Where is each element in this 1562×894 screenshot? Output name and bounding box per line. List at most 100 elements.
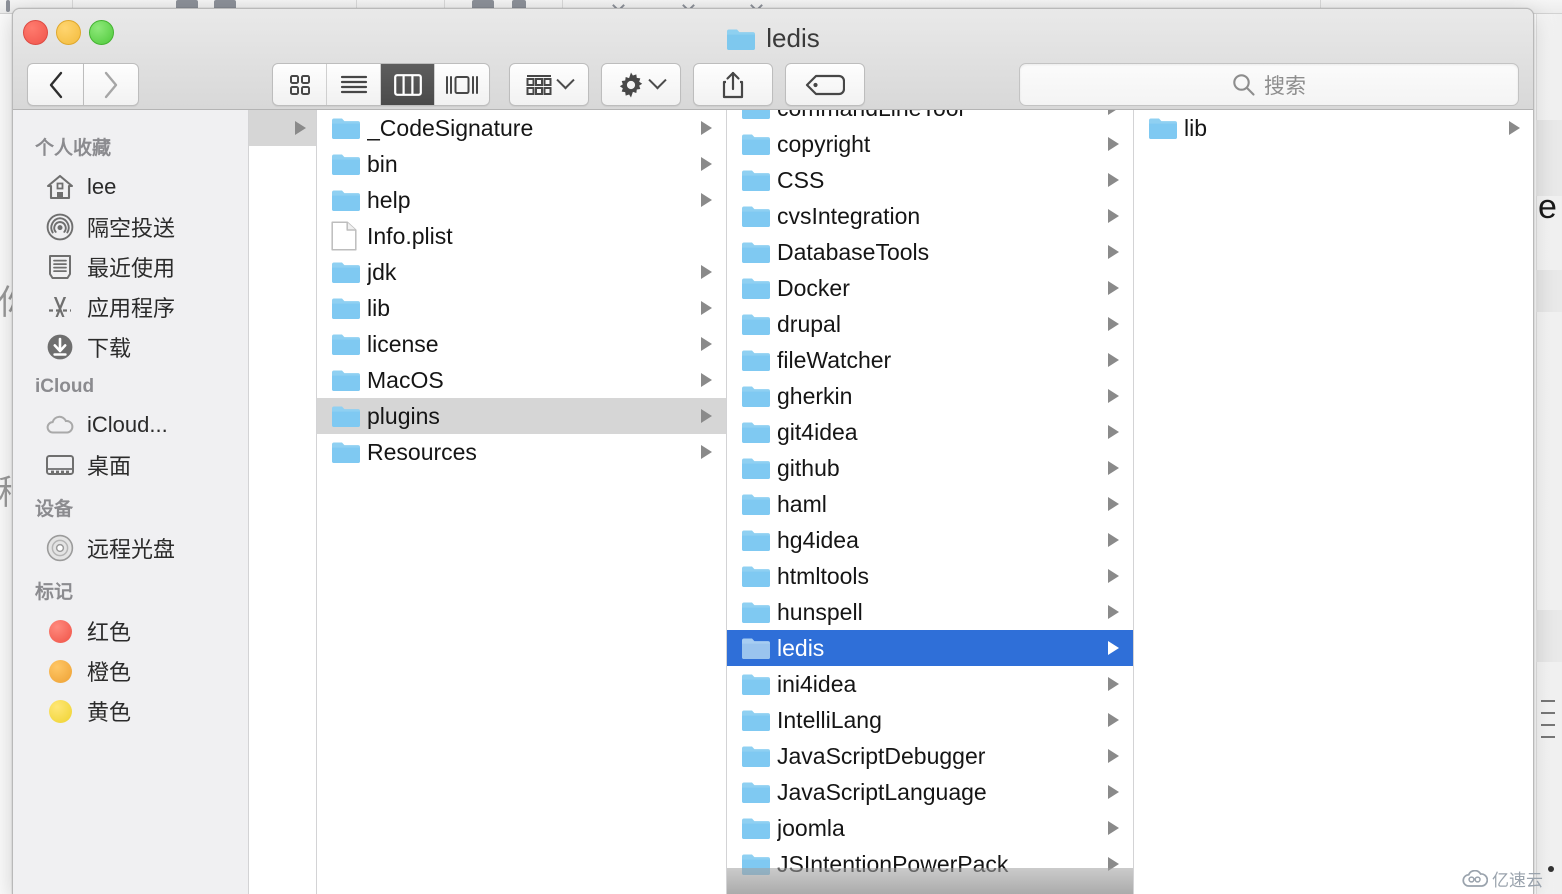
table-row[interactable]: hg4idea xyxy=(727,522,1133,558)
table-row[interactable]: haml xyxy=(727,486,1133,522)
file-name: fileWatcher xyxy=(777,346,892,373)
table-row[interactable]: jdk xyxy=(317,254,726,290)
table-row[interactable]: github xyxy=(727,450,1133,486)
table-row[interactable]: fileWatcher xyxy=(727,342,1133,378)
folder-icon xyxy=(742,206,770,227)
disclosure-triangle-icon xyxy=(1103,641,1123,655)
folder-icon xyxy=(742,530,770,551)
background-right-block-1 xyxy=(1536,120,1562,196)
airdrop-icon xyxy=(45,212,75,242)
table-row[interactable]: cvsIntegration xyxy=(727,198,1133,234)
table-row[interactable]: joomla xyxy=(727,810,1133,846)
table-row[interactable]: Resources xyxy=(317,434,726,470)
table-row[interactable]: _CodeSignature xyxy=(317,110,726,146)
sidebar-item-lee[interactable]: lee xyxy=(13,167,248,207)
disclosure-triangle-icon xyxy=(1103,461,1123,475)
table-row[interactable]: help xyxy=(317,182,726,218)
sidebar-item-downloads[interactable]: 下载 xyxy=(13,327,248,367)
table-row[interactable]: copyright xyxy=(727,126,1133,162)
sidebar-item-icloud-drive[interactable]: iCloud... xyxy=(13,405,248,445)
column-browser: _CodeSignature bin help Info.plist jdk lib lic… xyxy=(249,110,1533,894)
disclosure-triangle-icon xyxy=(696,445,716,459)
table-row[interactable]: bin xyxy=(317,146,726,182)
watermark-text: 亿速云 xyxy=(1492,871,1543,890)
file-name: MacOS xyxy=(367,366,444,393)
recents-icon xyxy=(45,252,75,282)
sidebar-item-applications[interactable]: 应用程序 xyxy=(13,287,248,327)
background-right-block-3 xyxy=(1536,610,1562,662)
table-row[interactable]: CSS xyxy=(727,162,1133,198)
folder-icon-wrap xyxy=(741,672,777,696)
share-button[interactable] xyxy=(693,63,773,106)
icon-view-button[interactable] xyxy=(273,64,327,105)
tags-button[interactable] xyxy=(785,63,865,106)
column-plugins[interactable]: commandLineTool copyright CSS cvsIntegratio… xyxy=(727,110,1134,894)
window-body: 个人收藏 lee 隔空投送 最近使用 应用程序 下载 iCloud iCloud… xyxy=(13,110,1533,894)
disclosure-triangle-icon xyxy=(696,157,716,171)
table-row[interactable]: drupal xyxy=(727,306,1133,342)
table-row[interactable]: plugins xyxy=(317,398,726,434)
gallery-icon xyxy=(446,75,478,94)
table-row[interactable]: Info.plist xyxy=(317,218,726,254)
sidebar-item-tag-orange[interactable]: 橙色 xyxy=(13,651,248,691)
gallery-view-button[interactable] xyxy=(435,64,489,105)
table-row[interactable]: lib xyxy=(317,290,726,326)
list-view-button[interactable] xyxy=(327,64,381,105)
table-row[interactable]: git4idea xyxy=(727,414,1133,450)
disclosure-triangle-icon xyxy=(1504,121,1524,135)
table-row[interactable]: DatabaseTools xyxy=(727,234,1133,270)
arrange-button[interactable] xyxy=(509,63,589,106)
folder-icon-wrap xyxy=(741,564,777,588)
file-name: cvsIntegration xyxy=(777,202,921,229)
table-row[interactable] xyxy=(249,110,316,146)
window-titlebar[interactable]: ledis 搜索 xyxy=(13,9,1533,110)
sidebar-item-tag-yellow[interactable]: 黄色 xyxy=(13,691,248,731)
desktop-icon xyxy=(45,450,75,480)
table-row[interactable]: commandLineTool xyxy=(727,110,1133,126)
table-row[interactable]: ledis xyxy=(727,630,1133,666)
sidebar-item-desktop[interactable]: 桌面 xyxy=(13,445,248,485)
table-row[interactable]: license xyxy=(317,326,726,362)
back-button[interactable] xyxy=(27,63,83,106)
disclosure-triangle-icon xyxy=(1103,749,1123,763)
folder-icon-wrap xyxy=(331,404,367,428)
table-row[interactable]: JavaScriptDebugger xyxy=(727,738,1133,774)
table-row[interactable]: htmltools xyxy=(727,558,1133,594)
folder-icon-wrap xyxy=(741,636,777,660)
table-row[interactable]: Docker xyxy=(727,270,1133,306)
sidebar-item-airdrop[interactable]: 隔空投送 xyxy=(13,207,248,247)
table-row[interactable]: hunspell xyxy=(727,594,1133,630)
sidebar[interactable]: 个人收藏 lee 隔空投送 最近使用 应用程序 下载 iCloud iCloud… xyxy=(13,110,249,894)
disclosure-triangle-icon xyxy=(696,121,716,135)
column-app-contents[interactable]: _CodeSignature bin help Info.plist jdk lib lic… xyxy=(317,110,727,894)
table-row[interactable]: ini4idea xyxy=(727,666,1133,702)
folder-icon-wrap xyxy=(741,110,777,120)
disclosure-triangle-icon xyxy=(696,409,716,423)
folder-icon-wrap xyxy=(741,420,777,444)
search-field[interactable]: 搜索 xyxy=(1019,63,1519,106)
forward-button[interactable] xyxy=(83,63,139,106)
finder-window: ledis 搜索 个人收藏 lee 隔空投送 最近使用 应用程序 下载 iClo… xyxy=(12,8,1534,894)
file-name: drupal xyxy=(777,310,841,337)
folder-icon-wrap xyxy=(1148,116,1184,140)
table-row[interactable]: IntelliLang xyxy=(727,702,1133,738)
file-name: jdk xyxy=(367,258,397,285)
table-row[interactable]: JavaScriptLanguage xyxy=(727,774,1133,810)
applications-icon xyxy=(45,292,75,322)
column-ancestor[interactable] xyxy=(249,110,317,894)
table-row[interactable]: lib xyxy=(1134,110,1533,146)
table-row[interactable]: gherkin xyxy=(727,378,1133,414)
disclosure-triangle-icon xyxy=(1103,533,1123,547)
column-ledis[interactable]: lib xyxy=(1134,110,1533,894)
column-view-button[interactable] xyxy=(381,64,435,105)
folder-icon-wrap xyxy=(741,708,777,732)
table-row[interactable]: MacOS xyxy=(317,362,726,398)
sidebar-item-tag-red[interactable]: 红色 xyxy=(13,611,248,651)
background-right-dot xyxy=(1548,866,1554,872)
action-button[interactable] xyxy=(601,63,681,106)
file-name: help xyxy=(367,186,411,213)
file-name: CSS xyxy=(777,166,825,193)
sidebar-section-favorites-header: 个人收藏 xyxy=(35,138,112,159)
sidebar-item-remote-disc[interactable]: 远程光盘 xyxy=(13,528,248,568)
sidebar-item-recents[interactable]: 最近使用 xyxy=(13,247,248,287)
